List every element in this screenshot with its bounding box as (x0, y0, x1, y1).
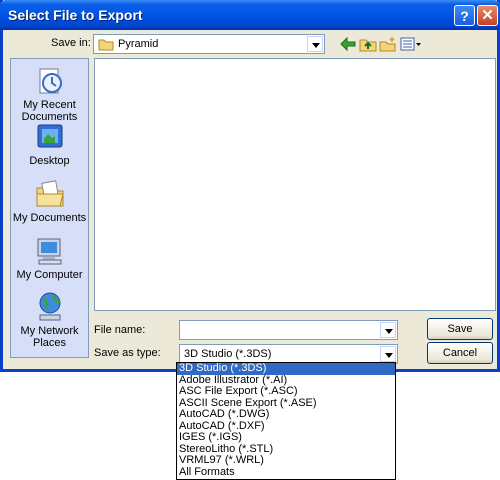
place-label: Places (32, 337, 67, 349)
file-name-input[interactable] (179, 320, 398, 340)
place-label: My Computer (16, 269, 83, 281)
file-name-label: File name: (94, 324, 146, 336)
type-option[interactable]: ASC File Export (*.ASC) (177, 385, 395, 398)
new-folder-icon[interactable] (379, 36, 397, 52)
save-as-type-value: 3D Studio (*.3DS) (184, 348, 272, 360)
network-places-icon (39, 292, 60, 321)
type-option[interactable]: All Formats (177, 466, 395, 479)
my-computer-icon (37, 238, 61, 265)
save-as-type-label: Save as type: (94, 347, 161, 359)
place-my-recent-documents[interactable]: My Recent Documents (11, 65, 88, 123)
place-label: My Documents (12, 212, 87, 224)
chevron-down-icon[interactable] (380, 346, 396, 362)
up-folder-icon[interactable] (359, 36, 377, 52)
window-title: Select File to Export (8, 7, 143, 23)
place-my-network-places[interactable]: My Network Places (11, 291, 88, 349)
place-my-documents[interactable]: My Documents (11, 178, 88, 224)
type-option[interactable]: AutoCAD (*.DWG) (177, 408, 395, 421)
place-desktop[interactable]: Desktop (11, 121, 88, 167)
help-button[interactable]: ? (454, 5, 475, 26)
save-in-combo[interactable]: Pyramid (93, 34, 325, 54)
save-in-label: Save in: (51, 37, 91, 49)
save-as-type-dropdown-list[interactable]: 3D Studio (*.3DS) Adobe Illustrator (*.A… (176, 362, 396, 480)
type-option[interactable]: IGES (*.IGS) (177, 431, 395, 444)
chevron-down-icon[interactable] (380, 322, 396, 338)
close-button[interactable]: ✕ (477, 5, 498, 26)
type-option[interactable]: 3D Studio (*.3DS) (177, 362, 395, 375)
type-option[interactable]: VRML97 (*.WRL) (177, 454, 395, 467)
export-dialog: Select File to Export ? ✕ Save in: Pyram… (0, 0, 500, 372)
views-menu-icon[interactable] (400, 36, 422, 52)
title-bar[interactable]: Select File to Export ? ✕ (0, 0, 500, 30)
folder-icon (98, 39, 114, 51)
save-in-value: Pyramid (118, 38, 159, 50)
recent-documents-icon (39, 68, 62, 94)
save-as-type-select[interactable]: 3D Studio (*.3DS) (179, 344, 398, 364)
chevron-down-icon[interactable] (307, 36, 323, 52)
back-arrow-icon[interactable] (339, 36, 357, 52)
file-list-view[interactable] (94, 58, 496, 311)
place-label: My Recent (23, 99, 76, 111)
desktop-icon (37, 124, 62, 148)
place-label: My Network (20, 325, 79, 337)
cancel-button[interactable]: Cancel (427, 342, 493, 364)
places-bar: My Recent Documents Desktop My Documents (10, 58, 89, 358)
save-button[interactable]: Save (427, 318, 493, 340)
place-label: Desktop (29, 155, 70, 167)
my-documents-icon (36, 180, 64, 207)
place-my-computer[interactable]: My Computer (11, 235, 88, 281)
